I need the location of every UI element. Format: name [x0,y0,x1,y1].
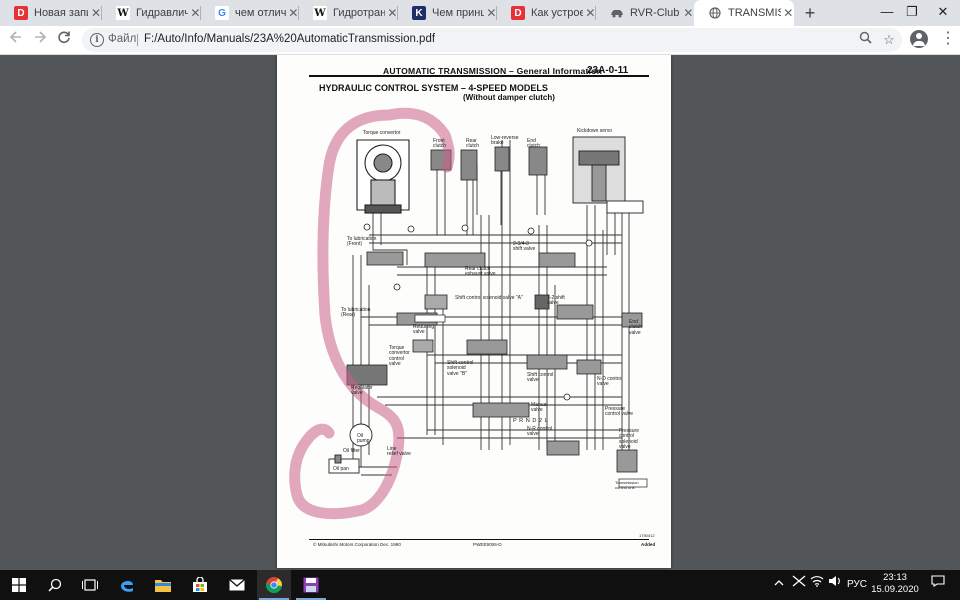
volume-icon[interactable] [826,570,844,600]
pdf-viewer[interactable]: AUTOMATIC TRANSMISSION – General Informa… [0,55,960,570]
tab-1[interactable]: D Новая запис ✕ [0,0,102,26]
label-low-reverse-brake: Low-reverse brake [491,135,519,147]
tab-close-icon[interactable]: ✕ [683,6,694,20]
label-torque-convertor-control-valve: Torque convertor control valve [389,345,410,368]
label-kickdown-servo: Kickdown servo [577,128,613,134]
tab-3[interactable]: G чем отличае ✕ [201,0,299,26]
clock-time: 23:13 [883,572,907,583]
footer-status: Added [641,542,656,547]
arrow-left-icon [9,31,21,43]
label-end-clutch: End clutch [527,138,541,150]
info-icon[interactable]: i [90,33,104,47]
label-end-clutch-valve: End clutch valve [629,319,643,336]
footer-copyright: © Mitsubishi Motors Corporation Dec. 199… [313,542,401,547]
reload-icon [58,31,70,44]
tab-label: Гидравличес [136,7,188,19]
label-23-43-shift-valve: 2-3/4-3 shift valve [513,241,536,253]
label-nd-control-valve: N-D control valve [597,376,623,388]
footer-pub-code: PWEE9006-D [473,542,502,547]
tab-label: чем отличае [235,7,286,19]
label-oil-pan: Oil pan [333,466,349,472]
forward-button[interactable] [30,30,50,50]
start-icon[interactable] [2,570,36,600]
tab-favicon-d-icon: D [14,6,28,20]
file-explorer-icon[interactable] [146,570,180,600]
close-button[interactable]: ✕ [926,0,960,26]
tab-2[interactable]: W Гидравличес ✕ [102,0,201,26]
search-icon[interactable] [38,570,72,600]
clock-date: 15.09.2020 [871,584,919,595]
label-to-lubrication-rear: To lubrication (Rear) [341,307,371,319]
save-disk-icon[interactable] [294,570,328,600]
tab-strip: D Новая запис ✕ W Гидравличес ✕ G чем от… [0,0,960,26]
tab-label: Гидротрансф [333,7,385,19]
figure-id: 1750412 [639,533,655,538]
label-rear-clutch-exhaust-valve: Rear clutch exhaust valve [465,266,496,278]
reload-button[interactable] [54,30,74,50]
label-regulator-valve: Regulator valve [351,385,373,397]
tab-favicon-wikipedia-icon: W [313,6,327,20]
label-manual-valve: Manual valve [531,402,548,414]
windows-taskbar: РУС 23:13 15.09.2020 [0,570,960,600]
globe-icon [708,6,722,20]
label-rear-clutch: Rear clutch [466,138,480,150]
label-torque-convertor: Torque convertor [363,130,401,136]
label-shift-solenoid-b: Shift control solenoid valve "B" [447,360,474,377]
store-icon[interactable] [183,570,217,600]
task-view-icon[interactable] [73,570,107,600]
menu-kebab-icon[interactable]: ⋮ [940,30,956,50]
edge-icon[interactable] [110,570,144,600]
tab-favicon-wikipedia-icon: W [116,6,130,20]
notifications-icon[interactable] [928,570,948,600]
label-prnd2l: P R N D 2 L [513,418,549,424]
car-icon [610,6,624,20]
system-clock[interactable]: 23:13 15.09.2020 [868,572,922,596]
chrome-icon[interactable] [257,570,291,600]
label-line-relief-valve: Line relief valve [387,446,411,458]
label-oil-filter: Oil filter [343,448,360,454]
arrow-right-icon [35,31,47,43]
label-shift-solenoid-a: Shift control solenoid valve "A" [455,295,523,301]
tray-app-icon[interactable] [790,570,808,600]
label-pressure-control-valve: Pressure control valve [605,406,634,418]
tab-8-active[interactable]: TRANSMISSI ✕ [694,0,794,26]
zoom-icon[interactable] [856,31,874,49]
new-tab-button[interactable]: + [800,3,820,23]
pdf-page: AUTOMATIC TRANSMISSION – General Informa… [277,55,671,568]
tab-5[interactable]: K Чем принцип ✕ [398,0,497,26]
tab-favicon-k-icon: K [412,6,426,20]
mail-icon[interactable] [220,570,254,600]
url-text[interactable]: F:/Auto/Info/Manuals/23A%20AutomaticTran… [144,33,435,45]
label-nr-control-valve: N-R control valve [527,426,553,438]
tab-favicon-d-icon: D [511,6,525,20]
label-reducing-valve: Reducing valve [413,324,435,336]
label-to-lubrication-front: To lubrication (Front) [347,236,377,248]
network-wifi-icon[interactable] [808,570,826,600]
label-front-clutch: Front clutch [433,138,447,150]
restore-button[interactable]: ❐ [895,0,929,26]
address-bar[interactable]: i Файл F:/Auto/Info/Manuals/23A%20Automa… [82,28,902,52]
tab-label: TRANSMISSI [728,7,781,19]
tab-4[interactable]: W Гидротрансф ✕ [299,0,398,26]
tab-label: Чем принцип [432,7,484,19]
tab-label: Новая запис [34,7,88,19]
account-avatar-icon[interactable] [910,30,928,48]
back-button[interactable] [6,30,26,50]
bookmark-star-icon[interactable]: ☆ [880,31,898,49]
tab-label: Как устроен [531,7,583,19]
scheme-label: Файл [108,33,137,45]
tab-close-icon[interactable]: ✕ [783,6,794,20]
language-indicator[interactable]: РУС [846,570,868,600]
label-pressure-control-solenoid-valve: Pressure control solenoid valve [619,428,640,451]
browser-toolbar: i Файл F:/Auto/Info/Manuals/23A%20Automa… [0,26,960,55]
label-oil-pump: Oil pump [357,433,370,445]
tray-chevron-up-icon[interactable] [772,570,786,600]
tab-6[interactable]: D Как устроен ✕ [497,0,596,26]
tab-label: RVR-Club - Ф [630,7,681,19]
label-12-shift-valve: 1-2 shift valve [547,295,565,307]
label-transmission-control-unit: Transmission control unit [615,480,639,491]
label-shift-control-valve: Shift control valve [527,372,554,384]
tab-favicon-google-icon: G [215,6,229,20]
tab-7[interactable]: RVR-Club - Ф ✕ [596,0,694,26]
